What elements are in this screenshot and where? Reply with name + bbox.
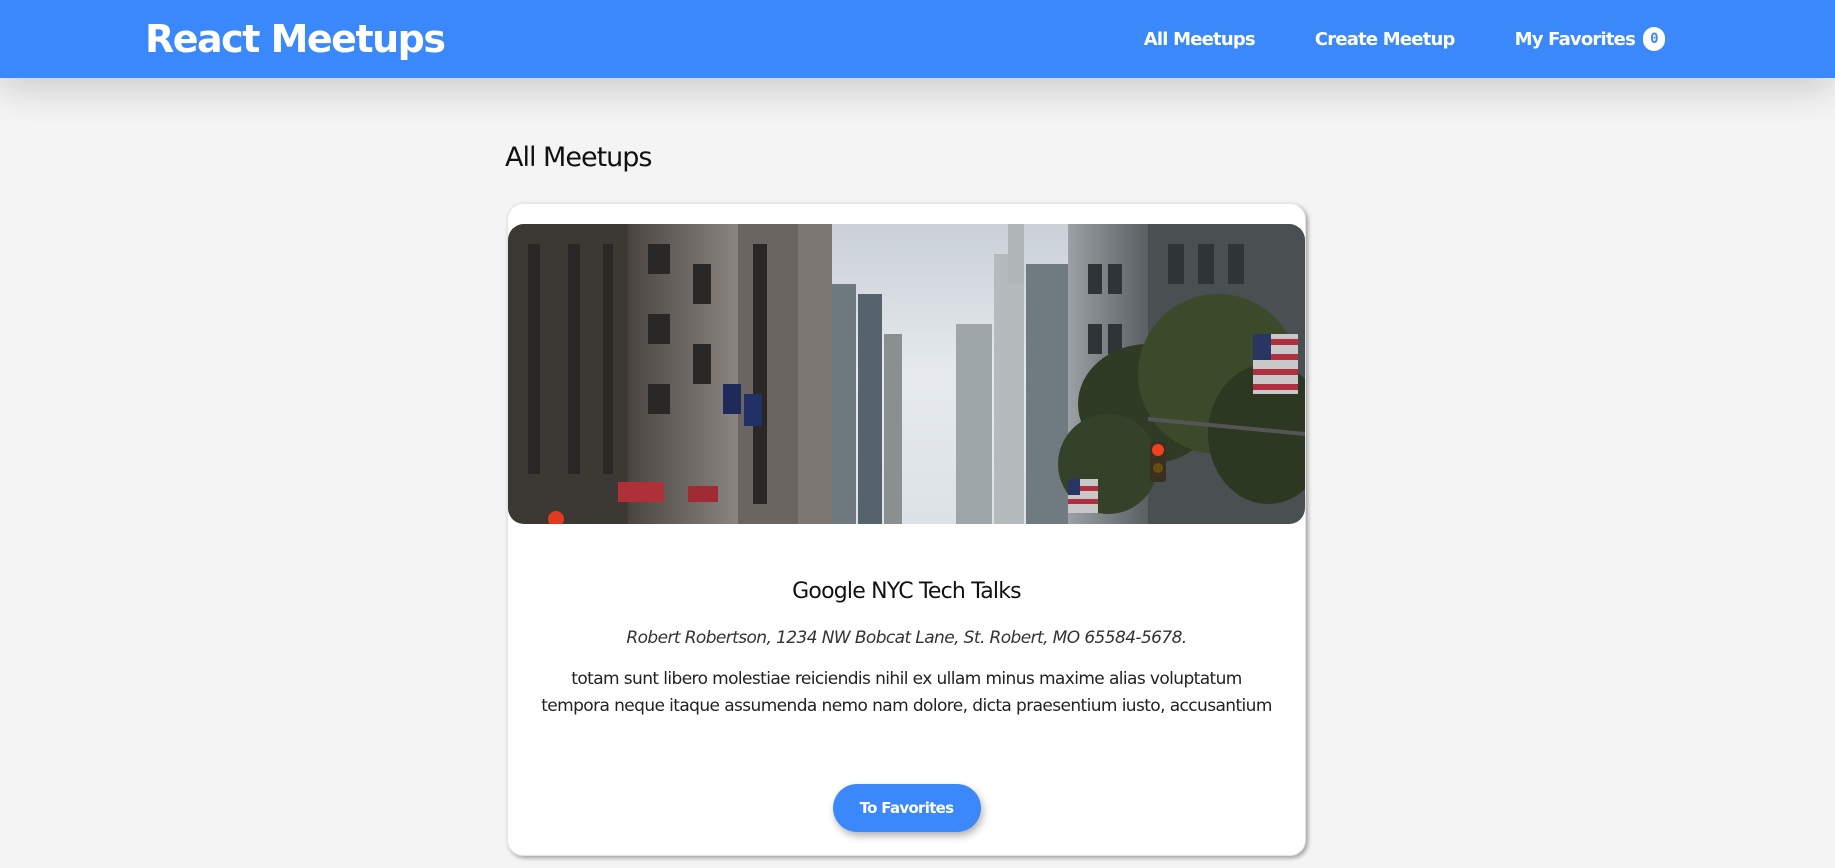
meetup-details: Google NYC Tech Talks Robert Robertson, … bbox=[508, 574, 1305, 720]
meetup-description: totam sunt libero molestiae reiciendis n… bbox=[541, 669, 1272, 716]
main-header: React Meetups All Meetups Create Meetup … bbox=[0, 0, 1835, 78]
meetup-image bbox=[508, 224, 1305, 524]
meetup-title: Google NYC Tech Talks bbox=[792, 579, 1021, 604]
nav-link-my-favorites[interactable]: My Favorites 0 bbox=[1515, 27, 1665, 51]
nav-link-create-meetup[interactable]: Create Meetup bbox=[1315, 29, 1456, 50]
main-navigation: All Meetups Create Meetup My Favorites 0 bbox=[1084, 0, 1665, 78]
main-content: All Meetups bbox=[505, 138, 1305, 178]
favorites-count-badge: 0 bbox=[1643, 27, 1665, 51]
page-title: All Meetups bbox=[505, 142, 652, 173]
city-street-photo bbox=[508, 224, 1305, 524]
meetup-actions: To Favorites bbox=[508, 784, 1305, 832]
nav-link-my-favorites-label: My Favorites bbox=[1514, 28, 1636, 50]
meetup-card: Google NYC Tech Talks Robert Robertson, … bbox=[507, 203, 1306, 856]
nav-link-all-meetups[interactable]: All Meetups bbox=[1144, 29, 1256, 50]
to-favorites-button[interactable]: To Favorites bbox=[832, 784, 981, 832]
meetup-address: Robert Robertson, 1234 NW Bobcat Lane, S… bbox=[626, 628, 1187, 648]
app-logo[interactable]: React Meetups bbox=[145, 14, 446, 64]
